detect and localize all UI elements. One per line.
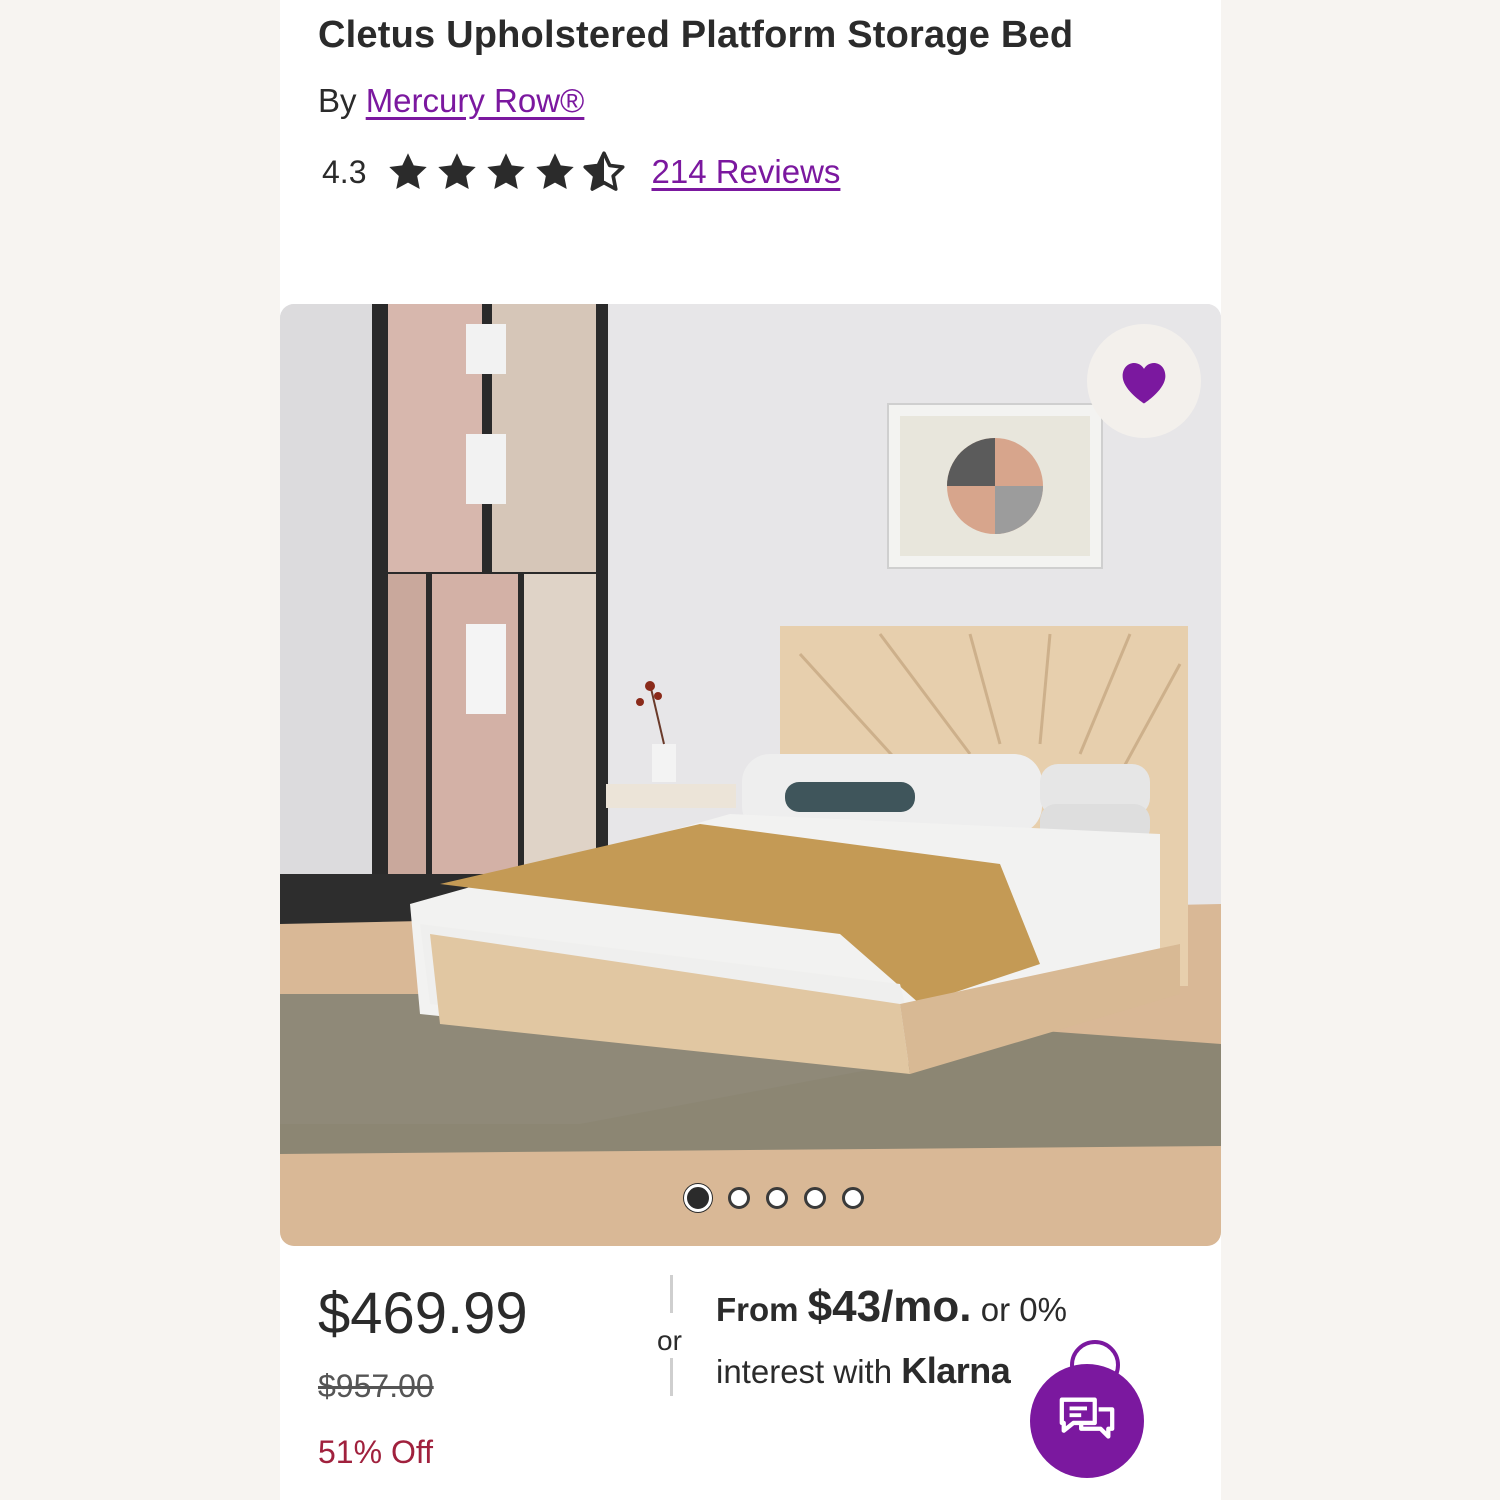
- divider: [670, 1275, 673, 1313]
- carousel-dot[interactable]: [683, 1184, 712, 1212]
- sale-price: $469.99: [318, 1281, 528, 1346]
- finance-from: From: [716, 1291, 799, 1328]
- half-star-icon: [583, 151, 626, 191]
- carousel-dots: [280, 1184, 1221, 1212]
- star-rating: [386, 150, 631, 194]
- rating-row: 4.3 214 Reviews: [322, 150, 840, 194]
- carousel-dot[interactable]: [765, 1187, 788, 1209]
- finance-amount: $43/mo.: [807, 1282, 972, 1331]
- original-price: $957.00: [318, 1368, 434, 1404]
- chat-button[interactable]: [1030, 1364, 1144, 1478]
- reviews-link[interactable]: 214 Reviews: [651, 153, 840, 191]
- rating-value: 4.3: [322, 153, 367, 190]
- carousel-dot[interactable]: [803, 1187, 826, 1209]
- star-icon: [487, 153, 526, 190]
- by-label: By: [318, 82, 357, 119]
- or-label: or: [657, 1325, 682, 1356]
- bedroom-photo: [280, 304, 1221, 1246]
- finance-line2: interest with: [716, 1353, 893, 1390]
- carousel-dot[interactable]: [727, 1187, 750, 1209]
- favorite-button[interactable]: [1087, 324, 1201, 438]
- heart-icon: [1122, 363, 1166, 404]
- finance-rest: or 0%: [980, 1291, 1067, 1328]
- klarna-logo[interactable]: Klarna: [901, 1350, 1011, 1391]
- product-title: Cletus Upholstered Platform Storage Bed: [318, 14, 1074, 56]
- divider: [670, 1358, 673, 1396]
- carousel-dot[interactable]: [841, 1187, 864, 1209]
- financing-line-2: interest with Klarna: [716, 1350, 1011, 1392]
- chat-icon: [1059, 1397, 1115, 1439]
- product-image[interactable]: [280, 304, 1221, 1246]
- star-icon: [536, 153, 575, 190]
- discount-label: 51% Off: [318, 1434, 434, 1470]
- brand-byline: By Mercury Row®: [318, 82, 584, 120]
- star-icon: [389, 153, 428, 190]
- financing-line-1: From $43/mo. or 0%: [716, 1282, 1067, 1332]
- star-icon: [438, 153, 477, 190]
- product-card: Cletus Upholstered Platform Storage Bed …: [280, 0, 1221, 1500]
- brand-link[interactable]: Mercury Row®: [366, 82, 585, 119]
